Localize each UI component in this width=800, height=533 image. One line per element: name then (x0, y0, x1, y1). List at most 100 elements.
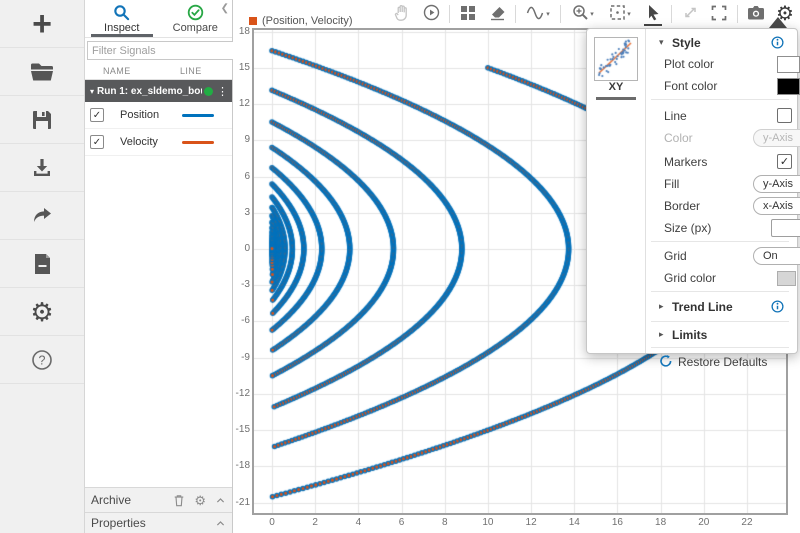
signal-name: Velocity (120, 136, 178, 148)
plot-color-row: Plot color (645, 55, 797, 73)
toolbar-layout-button[interactable] (457, 3, 479, 25)
toolbar-separator (515, 5, 516, 23)
y-tick-label: 3 (224, 207, 250, 218)
restore-defaults-button[interactable]: Restore Defaults (645, 353, 797, 373)
rail-preferences-button[interactable]: ⚙ (0, 288, 84, 336)
marker-border-select[interactable]: x-Axis▾ (753, 197, 800, 215)
rail-help-button[interactable]: ? (0, 336, 84, 384)
xy-visualization-thumbnail[interactable] (594, 37, 638, 81)
left-toolstrip: + ⚙? (0, 0, 85, 533)
toolbar-fullscreen-button[interactable] (708, 3, 730, 25)
toolbar-pan-button (391, 3, 413, 25)
report-icon (33, 253, 52, 275)
toolbar-zoom-button[interactable]: ▾ (568, 3, 598, 25)
marker-border-row: Border x-Axis▾ (645, 197, 797, 215)
style-header-label: Style (672, 36, 701, 50)
signal-row-velocity[interactable]: ✓ Velocity (85, 129, 232, 156)
line-row: Line (645, 107, 797, 125)
trash-icon[interactable] (173, 494, 185, 507)
trend-line-section-header[interactable]: ▸ Trend Line (645, 299, 797, 317)
line-checkbox[interactable] (777, 108, 792, 123)
xy-thumbnail-label: XY (587, 81, 645, 93)
x-tick-label: 22 (736, 517, 758, 528)
toolbar-eraser-button[interactable] (486, 3, 508, 25)
column-name: NAME (103, 66, 131, 76)
run-row[interactable]: ▾ Run 1: ex_sldemo_bounce[Current] ⋮ (85, 80, 232, 102)
run-menu-icon[interactable]: ⋮ (217, 85, 228, 98)
marker-fill-label: Fill (664, 177, 679, 191)
marker-fill-select[interactable]: y-Axis▾ (753, 175, 800, 193)
grid-select[interactable]: On▾ (753, 247, 800, 265)
column-line: LINE (180, 66, 202, 76)
export-icon (31, 205, 53, 227)
xy-thumbnail-active-underline (596, 97, 636, 100)
signal-options-icon (526, 5, 545, 24)
collapse-sidebar-icon[interactable]: ❮ (221, 3, 229, 14)
signal-table-header: NAME LINE (85, 62, 232, 80)
font-color-swatch[interactable] (777, 78, 800, 95)
limits-section-header[interactable]: ▸ Limits (645, 327, 797, 345)
toolbar-replay-button[interactable] (420, 3, 442, 25)
fit-to-view-icon (609, 4, 626, 24)
markers-label: Markers (664, 155, 707, 169)
marker-size-input[interactable] (771, 219, 800, 237)
x-tick-label: 0 (261, 517, 283, 528)
limits-label: Limits (672, 328, 707, 342)
signal-row-position[interactable]: ✓Position (85, 102, 232, 129)
grid-row: Grid On▾ (645, 247, 797, 265)
check-circle-icon (187, 4, 204, 21)
info-icon[interactable] (771, 36, 784, 52)
style-section-header[interactable]: ▾ Style (645, 35, 797, 53)
rail-open-button[interactable] (0, 48, 84, 96)
y-tick-label: 9 (224, 134, 250, 145)
y-tick-label: -9 (224, 352, 250, 363)
signal-list: ✓Position✓Velocity (85, 102, 232, 156)
grid-color-swatch[interactable] (777, 271, 796, 286)
plot-color-swatch[interactable] (777, 56, 800, 73)
save-icon (31, 109, 53, 131)
y-tick-label: -6 (224, 315, 250, 326)
rail-add-button[interactable]: + (0, 0, 84, 48)
gear-icon[interactable]: ⚙ (194, 494, 206, 507)
properties-bar[interactable]: Properties (85, 512, 232, 533)
replay-icon (423, 4, 440, 24)
x-tick-label: 6 (391, 517, 413, 528)
chevron-up-icon[interactable] (215, 518, 226, 529)
y-tick-label: -18 (224, 460, 250, 471)
archive-bar[interactable]: Archive ⚙ (85, 487, 232, 512)
x-tick-label: 18 (650, 517, 672, 528)
signal-checkbox[interactable]: ✓ (90, 135, 104, 149)
divider (651, 241, 789, 242)
toolbar-pointer-button[interactable] (642, 3, 664, 25)
rail-import-button[interactable] (0, 144, 84, 192)
rail-save-button[interactable] (0, 96, 84, 144)
tab-inspect[interactable]: Inspect (85, 0, 159, 37)
info-icon[interactable] (771, 300, 784, 316)
toolbar-separator (560, 5, 561, 23)
layout-icon (460, 5, 476, 24)
gear-icon: ⚙ (30, 299, 53, 325)
toolbar-fit-to-view-button[interactable]: ▾ (605, 3, 635, 25)
rail-report-button[interactable] (0, 240, 84, 288)
chevron-down-icon: ▾ (546, 10, 550, 18)
filter-signals-input[interactable] (87, 41, 236, 60)
chevron-down-icon: ▾ (659, 37, 664, 48)
tab-inspect-label: Inspect (104, 22, 139, 34)
plot-color-label: Plot color (664, 57, 714, 71)
zoom-icon (572, 4, 589, 24)
chevron-down-icon[interactable]: ▾ (90, 87, 94, 96)
rail-export-button[interactable] (0, 192, 84, 240)
toolbar-signal-options-button[interactable]: ▾ (523, 3, 553, 25)
filter-row (85, 38, 232, 62)
signal-checkbox[interactable]: ✓ (90, 108, 104, 122)
plot-legend: (Position, Velocity) (249, 15, 352, 27)
markers-checkbox[interactable]: ✓ (777, 154, 792, 169)
magnifier-icon (113, 4, 130, 21)
toolbar-snapshot-button[interactable] (745, 3, 767, 25)
x-tick-label: 2 (304, 517, 326, 528)
x-tick-label: 8 (434, 517, 456, 528)
markers-row: Markers ✓ (645, 153, 797, 171)
y-tick-label: 0 (224, 243, 250, 254)
toolbar-expand-button (679, 3, 701, 25)
import-icon (31, 157, 53, 179)
